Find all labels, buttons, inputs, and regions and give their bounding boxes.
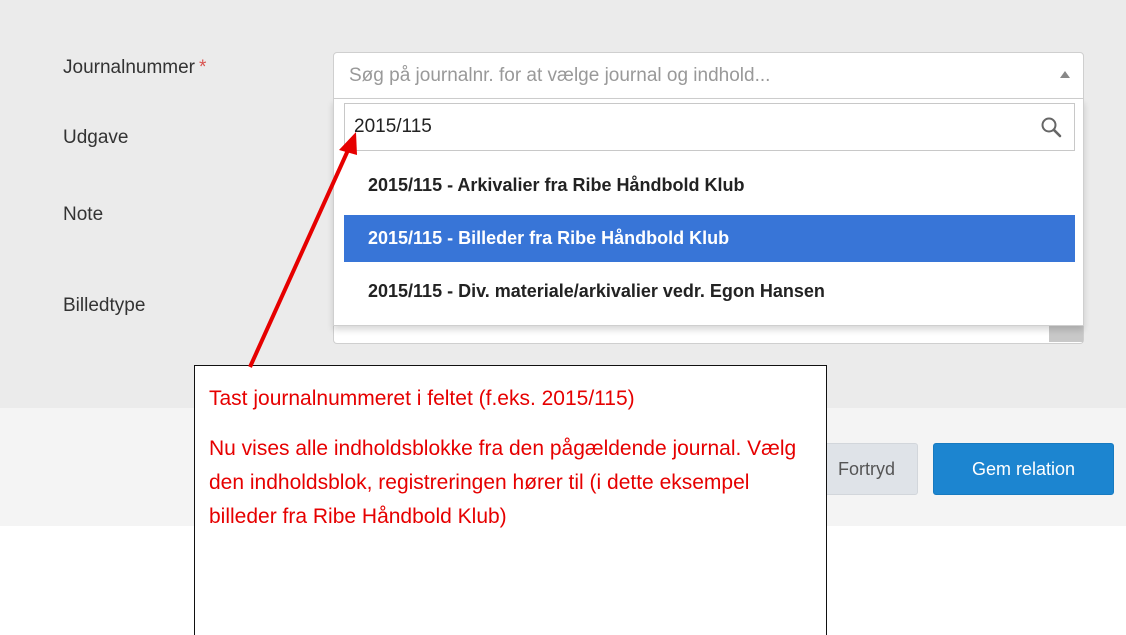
save-relation-button[interactable]: Gem relation [933, 443, 1114, 495]
journalnummer-label: Journalnummer * [63, 57, 207, 78]
dropdown-option-billeder[interactable]: 2015/115 - Billeder fra Ribe Håndbold Kl… [344, 215, 1075, 262]
udgave-label: Udgave [63, 127, 129, 148]
caret-up-icon[interactable] [1060, 71, 1070, 78]
note-label: Note [63, 204, 104, 225]
search-icon [1041, 117, 1062, 138]
billedtype-label: Billedtype [63, 295, 146, 316]
annotation-callout: Tast journalnummeret i feltet (f.eks. 20… [194, 365, 827, 635]
dropdown-option-div-materiale[interactable]: 2015/115 - Div. materiale/arkivalier ved… [344, 268, 1075, 315]
annotation-line-1: Tast journalnummeret i feltet (f.eks. 20… [209, 387, 635, 410]
journal-search-input[interactable] [345, 104, 1025, 150]
dropdown-search-box[interactable] [344, 103, 1075, 151]
journal-select-placeholder: Søg på journalnr. for at vælge journal o… [349, 65, 771, 86]
annotation-line-2: Nu vises alle indholdsblokke fra den påg… [209, 437, 797, 528]
journal-select[interactable]: Søg på journalnr. for at vælge journal o… [333, 52, 1084, 99]
journal-dropdown: 2015/115 - Arkivalier fra Ribe Håndbold … [333, 99, 1084, 326]
required-marker: * [199, 57, 207, 78]
dropdown-option-arkivalier[interactable]: 2015/115 - Arkivalier fra Ribe Håndbold … [344, 162, 1075, 209]
